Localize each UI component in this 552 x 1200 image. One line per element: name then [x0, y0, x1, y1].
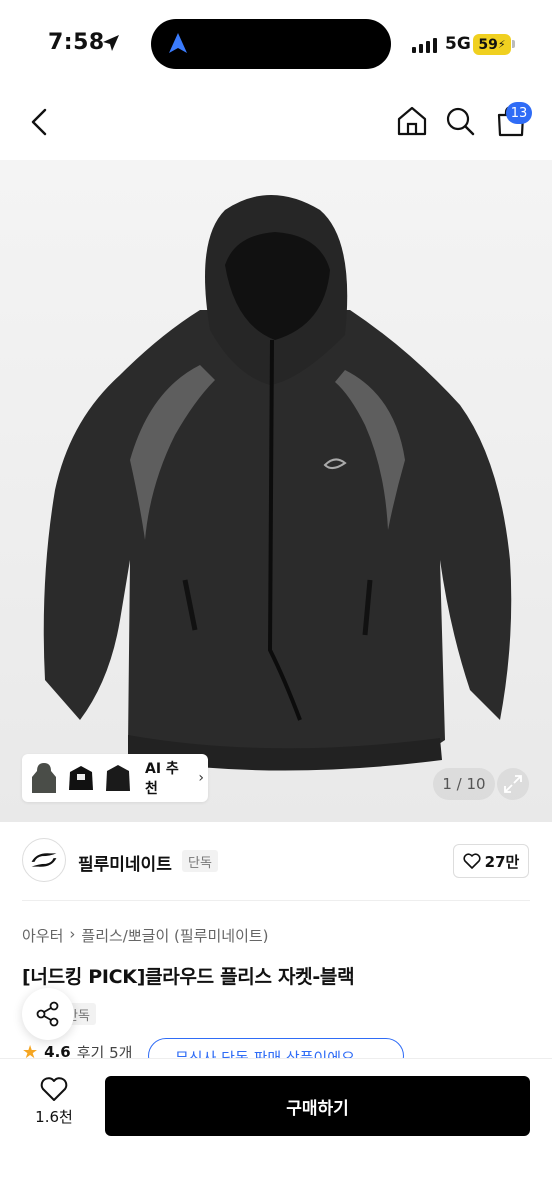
network-type: 5G — [445, 34, 471, 54]
brand-like-count: 27만 — [484, 852, 520, 871]
share-icon[interactable] — [22, 988, 74, 1040]
ai-recommend-label: AI 추천 — [145, 761, 179, 797]
heart-icon — [40, 1077, 68, 1101]
wish-count: 1.6천 — [35, 1108, 73, 1126]
navigation-app-icon — [169, 33, 187, 53]
thumbnail-3[interactable] — [100, 758, 135, 798]
product-title: [너드킹 PICK]클라우드 플리스 자켓-블랙 — [22, 966, 355, 988]
wish-button[interactable]: 1.6천 — [22, 1076, 86, 1136]
location-arrow-icon — [103, 35, 119, 51]
thumbnail-1[interactable] — [26, 758, 61, 798]
buy-button[interactable]: 구매하기 — [105, 1076, 530, 1136]
exclusive-badge: 단독 — [182, 850, 218, 872]
status-time: 7:58 — [48, 30, 105, 55]
breadcrumb: 아우터 › 플리스/뽀글이 (필루미네이트) — [22, 925, 269, 946]
signal-icon — [412, 37, 437, 53]
back-icon[interactable] — [24, 104, 56, 140]
search-icon[interactable] — [443, 104, 477, 138]
divider — [22, 900, 530, 901]
breadcrumb-item[interactable]: 아우터 — [22, 925, 63, 946]
expand-icon[interactable] — [497, 768, 529, 800]
brand-like-button[interactable]: 27만 — [453, 844, 529, 878]
chevron-right-icon: › — [198, 770, 204, 786]
battery-level: 59 — [478, 36, 498, 53]
cart-count-badge: 13 — [506, 102, 532, 124]
breadcrumb-item[interactable]: 플리스/뽀글이 (필루미네이트) — [81, 925, 268, 946]
heart-icon — [463, 853, 481, 869]
jacket-illustration — [43, 195, 512, 771]
breadcrumb-separator-icon: › — [69, 925, 76, 943]
image-counter: 1 / 10 — [433, 768, 495, 800]
brand-name[interactable]: 필루미네이트 — [78, 850, 172, 875]
brand-logo[interactable] — [22, 838, 66, 882]
thumbnail-2[interactable] — [63, 758, 98, 798]
battery-icon: 59 ⚡ — [473, 34, 511, 55]
ai-recommend-strip[interactable]: AI 추천 › — [22, 754, 208, 802]
product-image[interactable] — [0, 160, 552, 822]
status-bar: 7:58 5G 59 ⚡ — [0, 0, 552, 90]
home-icon[interactable] — [395, 104, 429, 138]
